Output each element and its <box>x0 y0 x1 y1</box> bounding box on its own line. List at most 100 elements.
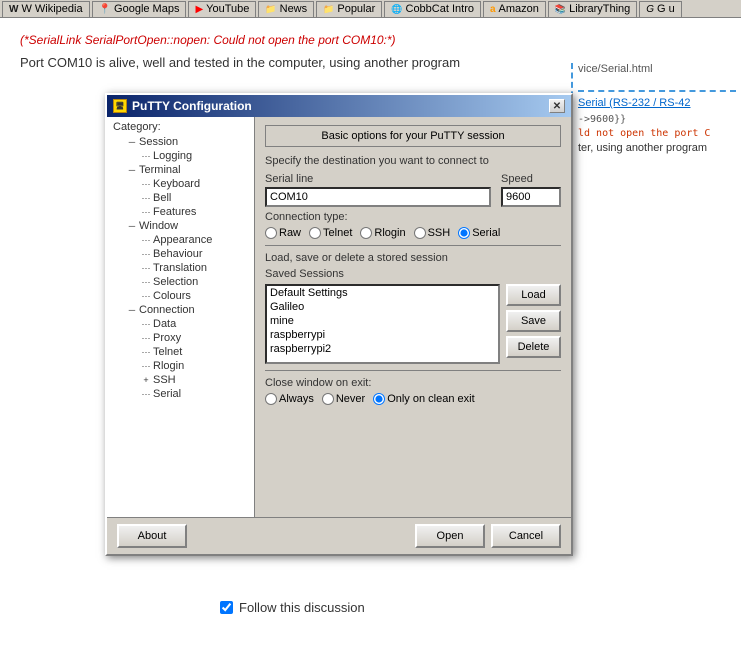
serial-line-input[interactable] <box>265 187 491 207</box>
close-never-label: Never <box>336 393 365 405</box>
follow-section: Follow this discussion <box>220 600 365 615</box>
close-window-radio-group: Always Never Only on clean exit <box>265 393 561 405</box>
tree-label-translation: Translation <box>153 262 207 274</box>
tree-item-serial[interactable]: ··· Serial <box>111 387 250 401</box>
tab-amazon[interactable]: a Amazon <box>483 1 546 17</box>
tree-item-telnet[interactable]: ··· Telnet <box>111 345 250 359</box>
radio-rlogin[interactable]: Rlogin <box>360 227 405 239</box>
serial-link[interactable]: Serial (RS-232 / RS-42 <box>578 97 691 109</box>
speed-input[interactable] <box>501 187 561 207</box>
tree-item-selection[interactable]: ··· Selection <box>111 275 250 289</box>
tab-cobbcat[interactable]: 🌐 CobbCat Intro <box>384 1 481 17</box>
load-button[interactable]: Load <box>506 284 561 306</box>
config-header: Basic options for your PuTTY session <box>265 125 561 147</box>
close-always[interactable]: Always <box>265 393 314 405</box>
close-always-label: Always <box>279 393 314 405</box>
tree-item-colours[interactable]: ··· Colours <box>111 289 250 303</box>
close-window-label: Close window on exit: <box>265 377 561 389</box>
delete-button[interactable]: Delete <box>506 336 561 358</box>
tree-item-connection[interactable]: ─ Connection <box>111 303 250 317</box>
radio-rlogin-input[interactable] <box>360 227 372 239</box>
librarything-icon: 📚 <box>555 4 566 15</box>
wikipedia-icon: W <box>9 4 18 15</box>
sessions-list[interactable]: Default Settings Galileo mine raspberryp… <box>265 284 500 364</box>
tab-wikipedia[interactable]: W W Wikipedia <box>2 1 90 17</box>
right-code: ->9600}} <box>578 114 736 125</box>
session-mine[interactable]: mine <box>267 314 498 328</box>
radio-ssh-label: SSH <box>428 227 451 239</box>
follow-checkbox[interactable] <box>220 601 233 614</box>
connection-type-section: Connection type: Raw Telnet Rlogin <box>265 211 561 239</box>
tree-item-appearance[interactable]: ··· Appearance <box>111 233 250 247</box>
session-galileo[interactable]: Galileo <box>267 300 498 314</box>
about-button[interactable]: About <box>117 524 187 548</box>
tab-cobbcat-label: CobbCat Intro <box>406 3 474 15</box>
close-clean[interactable]: Only on clean exit <box>373 393 474 405</box>
tree-label-selection: Selection <box>153 276 198 288</box>
popular-icon: 📁 <box>323 4 334 15</box>
tree-label-bell: Bell <box>153 192 171 204</box>
tab-gu[interactable]: G G u <box>639 1 682 17</box>
connection-type-label: Connection type: <box>265 211 561 223</box>
tree-item-behaviour[interactable]: ··· Behaviour <box>111 247 250 261</box>
tree-item-logging[interactable]: ··· Logging <box>111 149 250 163</box>
session-raspberrypi[interactable]: raspberrypi <box>267 328 498 342</box>
tree-item-terminal[interactable]: ─ Terminal <box>111 163 250 177</box>
dialog-body: Category: ─ Session ··· Logging ─ Termin… <box>107 117 571 517</box>
close-clean-label: Only on clean exit <box>387 393 474 405</box>
divider-1 <box>265 245 561 246</box>
session-raspberrypi2[interactable]: raspberrypi2 <box>267 342 498 356</box>
follow-label: Follow this discussion <box>239 600 365 615</box>
tree-item-bell[interactable]: ··· Bell <box>111 191 250 205</box>
tree-item-proxy[interactable]: ··· Proxy <box>111 331 250 345</box>
load-save-label: Load, save or delete a stored session <box>265 252 561 264</box>
tree-item-window[interactable]: ─ Window <box>111 219 250 233</box>
tab-googlemaps-label: Google Maps <box>114 3 179 15</box>
radio-rlogin-label: Rlogin <box>374 227 405 239</box>
close-never-input[interactable] <box>322 393 334 405</box>
tree-item-rlogin[interactable]: ··· Rlogin <box>111 359 250 373</box>
category-panel: Category: ─ Session ··· Logging ─ Termin… <box>107 117 255 517</box>
connection-type-radio-group: Raw Telnet Rlogin SSH <box>265 227 561 239</box>
tab-googlemaps[interactable]: 📍 Google Maps <box>92 1 187 17</box>
tree-label-colours: Colours <box>153 290 191 302</box>
radio-telnet[interactable]: Telnet <box>309 227 352 239</box>
radio-raw[interactable]: Raw <box>265 227 301 239</box>
tree-item-session[interactable]: ─ Session <box>111 135 250 149</box>
tree-label-appearance: Appearance <box>153 234 212 246</box>
tree-item-ssh[interactable]: + SSH <box>111 373 250 387</box>
tab-news[interactable]: 📁 News <box>258 1 314 17</box>
tab-popular[interactable]: 📁 Popular <box>316 1 382 17</box>
radio-serial[interactable]: Serial <box>458 227 500 239</box>
tree-item-data[interactable]: ··· Data <box>111 317 250 331</box>
speed-label: Speed <box>501 173 561 185</box>
right-code2: ld not open the port C <box>578 128 736 139</box>
browser-toolbar: W W Wikipedia 📍 Google Maps ▶ YouTube 📁 … <box>0 0 741 18</box>
open-button[interactable]: Open <box>415 524 485 548</box>
radio-telnet-label: Telnet <box>323 227 352 239</box>
dialog-title: PuTTY Configuration <box>132 99 252 113</box>
tree-item-keyboard[interactable]: ··· Keyboard <box>111 177 250 191</box>
radio-ssh[interactable]: SSH <box>414 227 451 239</box>
cancel-button[interactable]: Cancel <box>491 524 561 548</box>
sessions-section: Load, save or delete a stored session Sa… <box>265 252 561 364</box>
right-text2: ter, using another program <box>578 142 736 154</box>
close-clean-input[interactable] <box>373 393 385 405</box>
close-never[interactable]: Never <box>322 393 365 405</box>
radio-serial-input[interactable] <box>458 227 470 239</box>
dialog-titlebar: 🖥 PuTTY Configuration ✕ <box>107 95 571 117</box>
radio-telnet-input[interactable] <box>309 227 321 239</box>
tree-item-features[interactable]: ··· Features <box>111 205 250 219</box>
close-always-input[interactable] <box>265 393 277 405</box>
tree-item-translation[interactable]: ··· Translation <box>111 261 250 275</box>
tab-librarything[interactable]: 📚 LibraryThing <box>548 1 637 17</box>
dialog-close-button[interactable]: ✕ <box>549 99 565 113</box>
save-button[interactable]: Save <box>506 310 561 332</box>
session-default[interactable]: Default Settings <box>267 286 498 300</box>
radio-ssh-input[interactable] <box>414 227 426 239</box>
tree-label-terminal: Terminal <box>139 164 181 176</box>
tab-youtube[interactable]: ▶ YouTube <box>188 1 256 17</box>
tree-label-keyboard: Keyboard <box>153 178 200 190</box>
radio-raw-input[interactable] <box>265 227 277 239</box>
tree-label-telnet: Telnet <box>153 346 182 358</box>
